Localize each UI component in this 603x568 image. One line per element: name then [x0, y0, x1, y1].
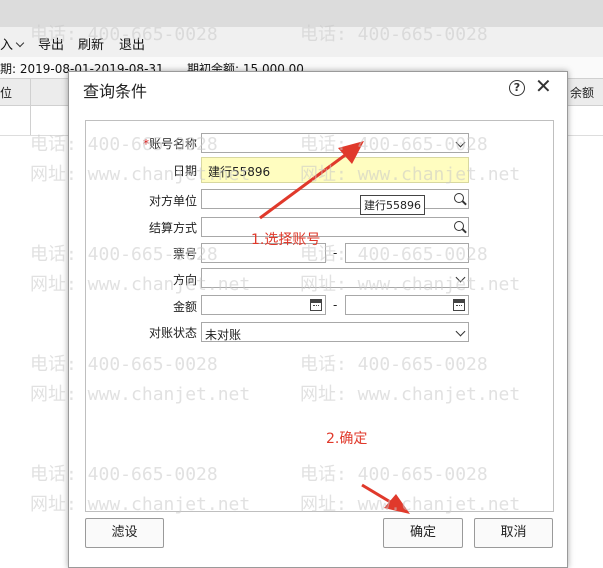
arrow-to-ok-button [361, 483, 410, 514]
annotation-arrows [259, 141, 410, 514]
arrow-to-account-field [259, 141, 364, 220]
